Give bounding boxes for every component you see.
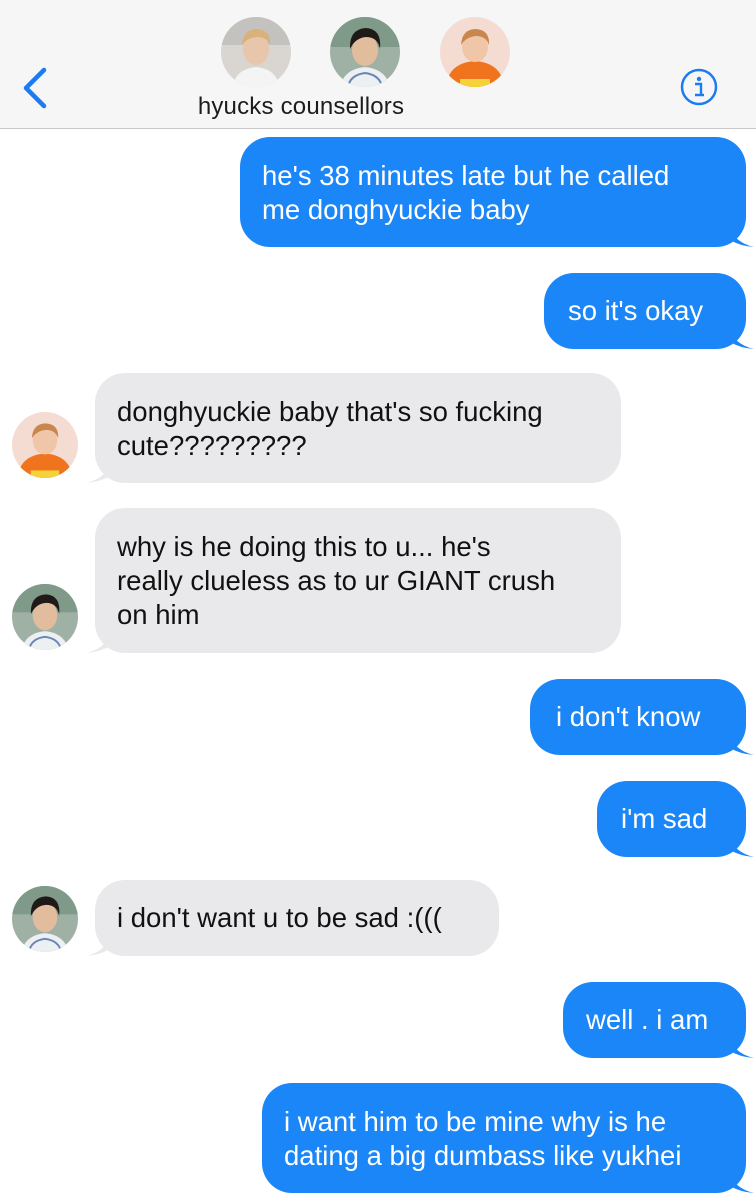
message-bubble[interactable]: why is he doing this to u... he's really… [95, 508, 621, 653]
bubble-tail [728, 222, 754, 247]
bubble-tail [728, 832, 754, 857]
message-text: i want him to be mine why is he dating a… [284, 1106, 682, 1171]
info-button[interactable] [680, 68, 718, 106]
message-bubble[interactable]: so it's okay [544, 273, 746, 349]
message-bubble[interactable]: he's 38 minutes late but he called me do… [240, 137, 746, 247]
message-text: i don't know [556, 701, 701, 732]
sender-avatar[interactable] [12, 886, 78, 952]
message-text: well . i am [586, 1004, 709, 1035]
bubble-tail [728, 730, 754, 755]
avatar[interactable] [330, 17, 400, 87]
bubble-tail [728, 1168, 754, 1193]
avatar[interactable] [440, 17, 510, 87]
message-text: he's 38 minutes late but he called me do… [262, 160, 670, 225]
bubble-tail [728, 324, 754, 349]
bubble-tail [86, 931, 112, 956]
message-text: why is he doing this to u... he's really… [117, 531, 556, 630]
sender-avatar[interactable] [12, 584, 78, 650]
group-name[interactable]: hyucks counsellors [0, 93, 602, 121]
message-text: so it's okay [568, 295, 704, 326]
bubble-tail [86, 628, 112, 653]
conversation-header: hyucks counsellors [0, 0, 756, 129]
bubble-tail [86, 458, 112, 483]
bubble-tail [728, 1033, 754, 1058]
message-text: i'm sad [621, 803, 708, 834]
message-bubble[interactable]: i don't know [530, 679, 746, 755]
message-text: donghyuckie baby that's so fucking cute?… [117, 396, 543, 461]
message-bubble[interactable]: donghyuckie baby that's so fucking cute?… [95, 373, 621, 483]
message-bubble[interactable]: i'm sad [597, 781, 746, 857]
message-text: i don't want u to be sad :((( [117, 902, 442, 933]
message-bubble[interactable]: i don't want u to be sad :((( [95, 880, 499, 956]
sender-avatar[interactable] [12, 412, 78, 478]
avatar[interactable] [221, 17, 291, 87]
message-bubble[interactable]: well . i am [563, 982, 746, 1058]
message-bubble[interactable]: i want him to be mine why is he dating a… [262, 1083, 746, 1193]
info-icon [680, 68, 718, 106]
